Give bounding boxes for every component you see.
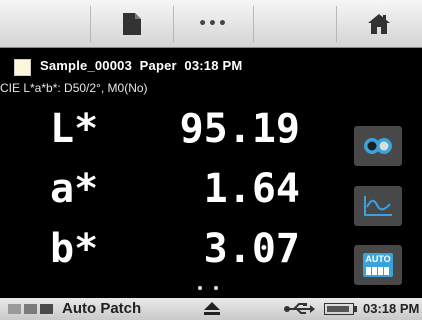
more-icon: ••• <box>198 15 228 32</box>
measurement-value: 1.64 <box>203 166 300 212</box>
top-toolbar: ••• <box>0 0 422 48</box>
usb-icon <box>284 303 315 314</box>
mode-label: Auto Patch <box>62 300 142 317</box>
compare-icon <box>364 138 392 154</box>
measurement-label: L* <box>50 106 99 152</box>
status-time: 03:18 PM <box>363 301 420 316</box>
sample-name: Sample_00003 <box>40 58 133 73</box>
page-dot <box>214 286 218 290</box>
measurement-row-a: a* 1.64 <box>50 164 300 214</box>
measurement-value: 3.07 <box>203 226 300 272</box>
auto-button[interactable]: AUTO <box>354 245 402 285</box>
bottom-status-bar: Auto Patch 03:18 PM <box>0 298 422 320</box>
document-icon <box>122 12 141 35</box>
measurement-value: 95.19 <box>179 106 300 152</box>
auto-icon: AUTO <box>363 253 393 277</box>
page-dot <box>198 286 202 290</box>
color-swatch <box>14 59 31 76</box>
measurement-row-l: L* 95.19 <box>50 104 300 154</box>
auto-label: AUTO <box>365 254 391 264</box>
more-button[interactable]: ••• <box>173 0 253 47</box>
toolbar-separator <box>253 6 254 42</box>
home-button[interactable] <box>336 0 422 47</box>
material-label: Paper <box>139 58 177 73</box>
compare-button[interactable] <box>354 126 402 166</box>
home-icon <box>368 13 390 34</box>
eject-icon[interactable] <box>204 302 220 316</box>
document-button[interactable] <box>90 0 173 47</box>
spectral-curve-button[interactable] <box>354 186 402 226</box>
measurement-label: a* <box>50 166 99 212</box>
measurement-label: b* <box>50 226 99 272</box>
sample-info: Sample_00003 Paper 03:18 PM <box>40 58 242 73</box>
sample-status: Sample_00003 Paper 03:18 PM <box>0 55 422 80</box>
sample-time: 03:18 PM <box>184 58 243 73</box>
spectral-curve-icon <box>364 196 392 216</box>
signal-bars-icon <box>8 304 53 314</box>
battery-icon <box>324 303 357 315</box>
measurement-row-b: b* 3.07 <box>50 224 300 274</box>
illuminant-info: CIE L*a*b*: D50/2°, M0(No) <box>0 81 148 95</box>
page-indicator <box>198 286 218 290</box>
